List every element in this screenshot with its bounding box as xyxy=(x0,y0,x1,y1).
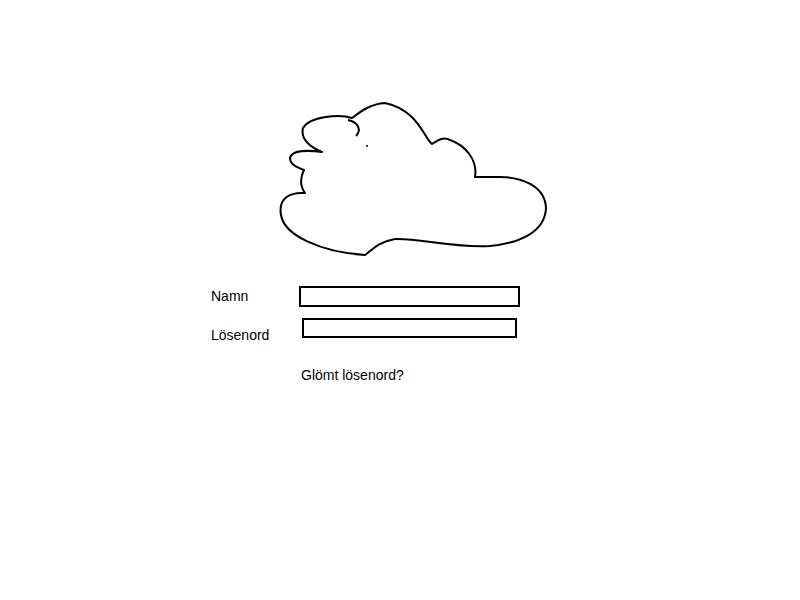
field-label: Lösenord xyxy=(211,325,299,345)
form-row: Lösenord xyxy=(211,318,800,345)
field-label: Namn xyxy=(211,286,299,306)
forgot-password-link[interactable]: Glömt lösenord? xyxy=(301,365,800,385)
text-field[interactable] xyxy=(302,318,517,338)
form-row: Namn xyxy=(211,286,800,307)
login-page: Namn LösenordGlömt lösenord? xyxy=(0,0,800,600)
text-field[interactable] xyxy=(299,286,520,307)
login-form: Namn LösenordGlömt lösenord? xyxy=(211,286,800,385)
cloud-logo-icon xyxy=(278,100,548,258)
